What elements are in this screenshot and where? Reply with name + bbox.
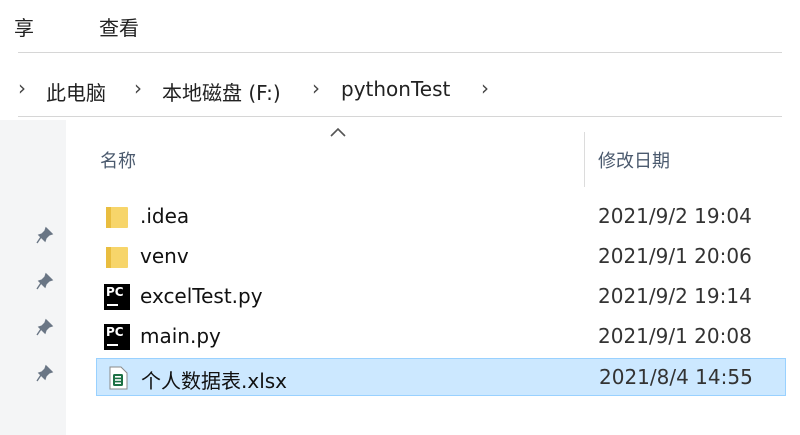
chevron-right-icon[interactable]: ›: [18, 76, 26, 100]
ribbon-tab-share[interactable]: 享: [14, 12, 34, 41]
file-row[interactable]: PC excelTest.py 2021/9/2 19:14: [96, 278, 786, 316]
folder-icon: [106, 207, 128, 228]
file-name: .idea: [140, 204, 190, 228]
file-row-selected[interactable]: 个人数据表.xlsx 2021/8/4 14:55: [96, 358, 786, 396]
pin-icon[interactable]: [36, 272, 54, 290]
breadcrumb-pythontest[interactable]: pythonTest: [341, 77, 450, 101]
pin-icon[interactable]: [36, 318, 54, 336]
pin-icon[interactable]: [36, 364, 54, 382]
file-date: 2021/9/1 20:08: [598, 324, 752, 348]
pin-icon[interactable]: [36, 226, 54, 244]
chevron-right-icon[interactable]: ›: [312, 76, 320, 100]
file-name: 个人数据表.xlsx: [141, 369, 288, 393]
folder-icon: [106, 247, 128, 268]
sort-ascending-icon: [330, 127, 346, 137]
chevron-right-icon[interactable]: ›: [134, 76, 142, 100]
column-header-date-modified[interactable]: 修改日期: [598, 147, 670, 173]
file-name: venv: [140, 244, 189, 268]
navigation-pane: [0, 120, 66, 435]
chevron-right-icon[interactable]: ›: [481, 76, 489, 100]
file-row[interactable]: .idea 2021/9/2 19:04: [96, 198, 786, 236]
file-name: main.py: [140, 324, 221, 348]
file-name: excelTest.py: [140, 284, 263, 308]
file-date: 2021/8/4 14:55: [599, 365, 753, 389]
ribbon-divider: [18, 52, 782, 53]
column-header-name[interactable]: 名称: [100, 147, 136, 173]
pycharm-file-icon: PC: [104, 324, 130, 350]
file-row[interactable]: PC main.py 2021/9/1 20:08: [96, 318, 786, 356]
breadcrumb-local-disk[interactable]: 本地磁盘 (F:): [162, 77, 281, 106]
breadcrumb-this-pc[interactable]: 此电脑: [46, 77, 106, 106]
file-date: 2021/9/1 20:06: [598, 244, 752, 268]
pycharm-file-icon: PC: [104, 284, 130, 310]
file-row[interactable]: venv 2021/9/1 20:06: [96, 238, 786, 276]
file-date: 2021/9/2 19:04: [598, 204, 752, 228]
breadcrumb[interactable]: › 此电脑 › 本地磁盘 (F:) › pythonTest ›: [18, 64, 782, 117]
ribbon-tab-view[interactable]: 查看: [99, 12, 139, 41]
column-divider[interactable]: [584, 132, 585, 187]
file-date: 2021/9/2 19:14: [598, 284, 752, 308]
excel-file-icon: [109, 366, 128, 390]
